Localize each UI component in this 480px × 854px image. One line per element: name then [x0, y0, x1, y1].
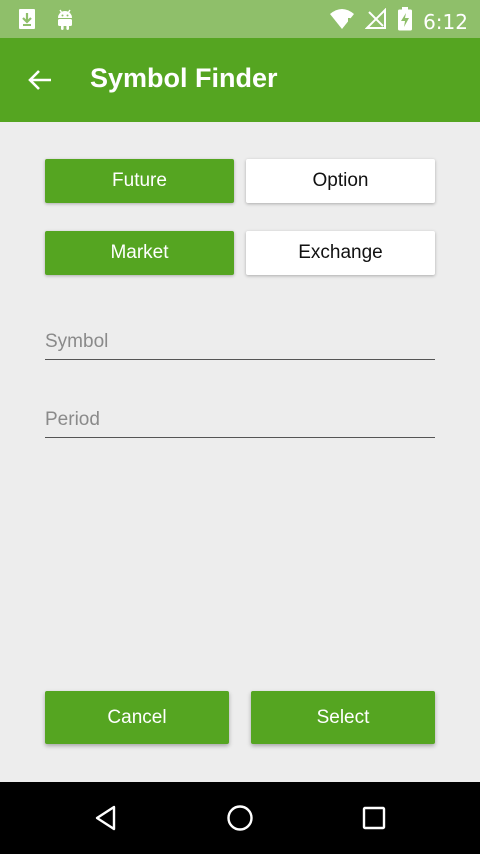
arrow-back-icon[interactable]: [22, 62, 58, 98]
android-icon: [54, 8, 76, 35]
status-time: 6:12: [423, 9, 468, 34]
home-circle-icon[interactable]: [222, 800, 258, 836]
exchange-button[interactable]: Exchange: [246, 231, 435, 275]
battery-charging-icon: [397, 7, 413, 36]
symbol-field-container: [45, 325, 435, 360]
option-button[interactable]: Option: [246, 159, 435, 203]
recents-square-icon[interactable]: [356, 800, 392, 836]
back-triangle-icon[interactable]: [88, 800, 124, 836]
select-button[interactable]: Select: [251, 691, 435, 744]
period-field-container: [45, 403, 435, 438]
market-button[interactable]: Market: [45, 231, 234, 275]
page-title: Symbol Finder: [90, 63, 278, 93]
symbol-input[interactable]: [45, 325, 435, 359]
navigation-bar: [0, 782, 480, 854]
wifi-icon: [329, 8, 355, 35]
download-icon: [18, 8, 36, 35]
app-toolbar: Symbol Finder: [0, 38, 480, 122]
period-input[interactable]: [45, 403, 435, 437]
no-signal-icon: [364, 7, 387, 35]
status-bar: 6:12: [0, 0, 480, 38]
future-button[interactable]: Future: [45, 159, 234, 203]
cancel-button[interactable]: Cancel: [45, 691, 229, 744]
